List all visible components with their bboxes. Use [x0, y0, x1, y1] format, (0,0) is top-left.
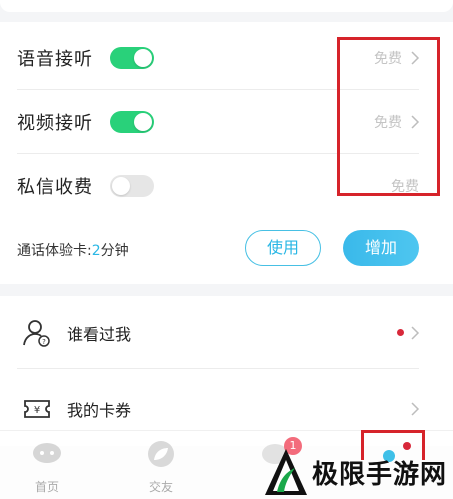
visitor-icon: ? [23, 320, 50, 347]
tab-friends[interactable]: 交友 [126, 430, 196, 498]
call-card-unit: 分钟 [100, 243, 129, 259]
call-card-prefix: 通话体验卡: [17, 243, 92, 259]
voice-call-toggle[interactable] [110, 47, 154, 69]
home-chat-icon [33, 443, 61, 463]
leaf-icon [148, 441, 174, 467]
svg-text:¥: ¥ [34, 405, 40, 416]
watermark-logo: 极限手游网 [262, 446, 452, 498]
private-message-toggle[interactable] [110, 175, 154, 197]
add-button[interactable]: 增加 [343, 230, 419, 266]
call-card-value: 2 [91, 243, 101, 259]
logo-icon [265, 449, 307, 495]
chevron-right-icon [411, 402, 420, 416]
row-divider [17, 368, 419, 369]
menu-item-visitors[interactable]: ? 谁看过我 [0, 297, 453, 369]
highlight-box [337, 37, 440, 196]
top-card-edge [0, 0, 453, 12]
voice-call-label: 语音接听 [17, 49, 93, 70]
toggle-knob [134, 113, 152, 131]
video-call-toggle[interactable] [110, 111, 154, 133]
toggle-knob [112, 177, 130, 195]
tab-home[interactable]: 首页 [12, 430, 82, 498]
toggle-knob [134, 49, 152, 67]
menu-item-label: 谁看过我 [67, 325, 132, 344]
menu-item-label: 我的卡券 [67, 401, 132, 420]
chevron-right-icon [411, 326, 420, 340]
notification-dot [397, 329, 404, 336]
call-card-text: 通话体验卡:2分钟 [17, 240, 129, 260]
watermark-text: 极限手游网 [312, 460, 448, 490]
private-message-label: 私信收费 [17, 177, 93, 198]
video-call-label: 视频接听 [17, 113, 93, 134]
tab-label: 交友 [148, 480, 173, 494]
tab-label: 首页 [34, 480, 59, 494]
svg-text:?: ? [42, 338, 46, 346]
coupon-icon: ¥ [24, 400, 50, 418]
use-button[interactable]: 使用 [245, 230, 321, 266]
